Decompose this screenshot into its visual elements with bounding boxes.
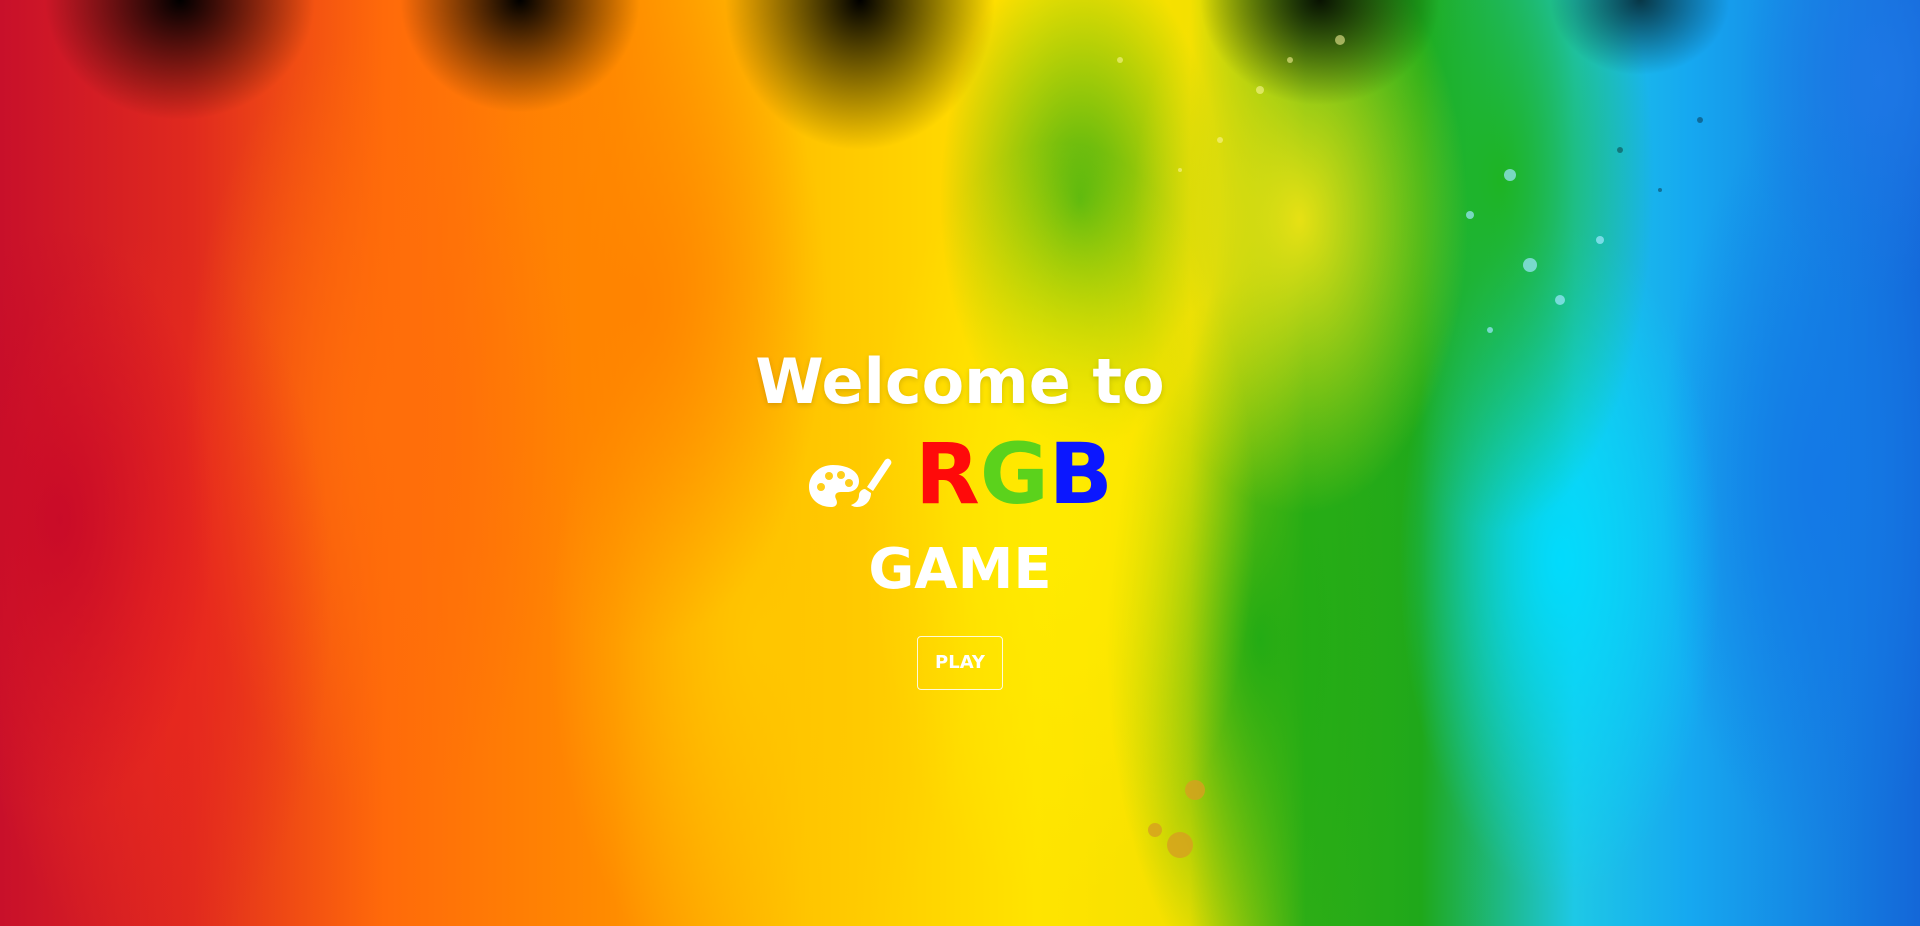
- welcome-heading: Welcome to: [755, 345, 1165, 418]
- hero-content: Welcome to RGB GAME PLAY: [0, 340, 1920, 690]
- title-letter-g: G: [979, 425, 1049, 523]
- play-button[interactable]: PLAY: [917, 636, 1003, 690]
- title-letter-r: R: [915, 425, 980, 523]
- game-subtitle: GAME: [868, 537, 1052, 602]
- background-hero: Welcome to RGB GAME PLAY: [0, 0, 1920, 926]
- rgb-title-row: RGB: [0, 424, 1920, 524]
- palette-brush-icon: [809, 458, 892, 507]
- rgb-title: RGB: [915, 424, 1113, 524]
- title-letter-b: B: [1048, 425, 1113, 523]
